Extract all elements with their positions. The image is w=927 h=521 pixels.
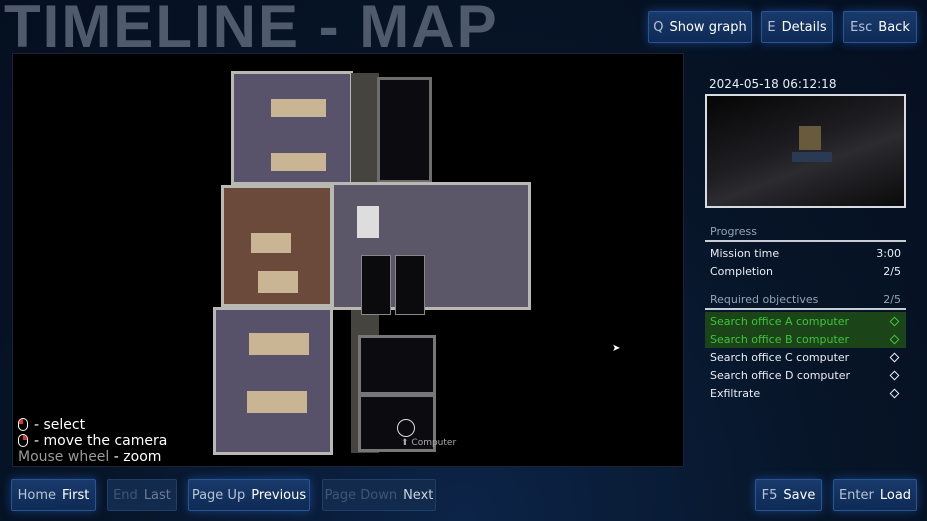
table xyxy=(271,153,326,171)
diamond-check-icon xyxy=(889,334,900,344)
button-label: Last xyxy=(143,487,171,503)
value: 3:00 xyxy=(876,246,901,260)
completion-row: Completion 2/5 xyxy=(705,262,906,280)
button-label: Back xyxy=(878,19,910,35)
diamond-icon xyxy=(889,370,900,380)
button-label: Show graph xyxy=(669,19,747,35)
objective-item: Search office A computer xyxy=(705,312,906,330)
show-graph-button[interactable]: Q Show graph xyxy=(648,11,752,43)
key-hint: Esc xyxy=(850,19,873,35)
page-title: TIMELINE - MAP xyxy=(4,0,499,60)
room xyxy=(213,307,333,455)
objectives-count: 2/5 xyxy=(883,292,901,306)
label: Completion xyxy=(710,264,774,278)
progress-header: Progress xyxy=(705,222,906,242)
objective-marker-icon xyxy=(397,419,415,437)
objectives-panel: Required objectives 2/5 Search office A c… xyxy=(705,290,906,402)
table xyxy=(271,99,326,117)
objective-item: Exfiltrate xyxy=(705,384,906,402)
back-button[interactable]: Esc Back xyxy=(843,11,917,43)
diamond-check-icon xyxy=(889,316,900,326)
objectives-header: Required objectives 2/5 xyxy=(705,290,906,310)
last-button[interactable]: End Last xyxy=(107,479,177,511)
next-button[interactable]: Page Down Next xyxy=(322,479,436,511)
help-zoom: Mouse wheel - zoom xyxy=(18,449,161,465)
button-label: Load xyxy=(879,487,912,503)
objective-label: Search office C computer xyxy=(710,350,850,364)
map-view[interactable]: ⬆ Computer ➤ - select - move the camera … xyxy=(12,53,684,467)
key-hint: E xyxy=(767,19,776,35)
progress-title: Progress xyxy=(710,224,757,238)
objective-label: Search office D computer xyxy=(710,368,850,382)
camera-timestamp: 2024-05-18 06:12:18 xyxy=(709,77,837,91)
objective-item: Search office D computer xyxy=(705,366,906,384)
key-hint: Enter xyxy=(838,487,874,503)
marker-label: ⬆ Computer xyxy=(401,438,457,448)
room xyxy=(377,77,432,183)
key-hint: Home xyxy=(17,487,57,503)
first-button[interactable]: Home First xyxy=(11,479,96,511)
mouse-right-icon xyxy=(18,434,28,447)
help-text: - zoom xyxy=(113,449,162,465)
table xyxy=(247,391,307,413)
value: 2/5 xyxy=(883,264,901,278)
button-label: Next xyxy=(403,487,434,503)
cell xyxy=(395,255,425,315)
objective-item: Search office C computer xyxy=(705,348,906,366)
cabinet xyxy=(357,206,379,238)
cell xyxy=(361,255,391,315)
objectives-title: Required objectives xyxy=(710,292,819,306)
diamond-icon xyxy=(889,352,900,362)
button-label: Details xyxy=(781,19,827,35)
table xyxy=(249,333,309,355)
label: Mission time xyxy=(710,246,780,260)
key-hint: Page Up xyxy=(191,487,246,503)
button-label: First xyxy=(62,487,90,503)
button-label: Previous xyxy=(251,487,307,503)
marker-label-text: Computer xyxy=(411,438,457,448)
camera-feed xyxy=(705,94,906,208)
table xyxy=(258,271,298,293)
help-text: - select xyxy=(34,417,86,433)
key-hint: Q xyxy=(653,19,664,35)
objective-label: Search office B computer xyxy=(710,332,850,346)
load-button[interactable]: Enter Load xyxy=(833,479,917,511)
objective-item: Search office B computer xyxy=(705,330,906,348)
door xyxy=(799,126,821,150)
key-hint: End xyxy=(113,487,138,503)
mission-time-row: Mission time 3:00 xyxy=(705,244,906,262)
help-move: - move the camera xyxy=(18,433,167,449)
desk xyxy=(792,152,832,162)
save-button[interactable]: F5 Save xyxy=(755,479,822,511)
mouse-left-icon xyxy=(18,418,28,431)
key-hint: Page Down xyxy=(324,487,398,503)
cursor-icon: ➤ xyxy=(612,343,621,354)
objective-label: Search office A computer xyxy=(710,314,850,328)
details-button[interactable]: E Details xyxy=(761,11,833,43)
key-hint: F5 xyxy=(761,487,778,503)
objective-label: Exfiltrate xyxy=(710,386,761,400)
table xyxy=(251,233,291,253)
help-text: - move the camera xyxy=(34,433,168,449)
diamond-icon xyxy=(889,388,900,398)
button-label: Save xyxy=(783,487,816,503)
previous-button[interactable]: Page Up Previous xyxy=(188,479,310,511)
help-key: Mouse wheel xyxy=(18,449,110,465)
progress-panel: Progress Mission time 3:00 Completion 2/5 xyxy=(705,222,906,280)
room xyxy=(358,335,436,395)
help-select: - select xyxy=(18,417,85,433)
